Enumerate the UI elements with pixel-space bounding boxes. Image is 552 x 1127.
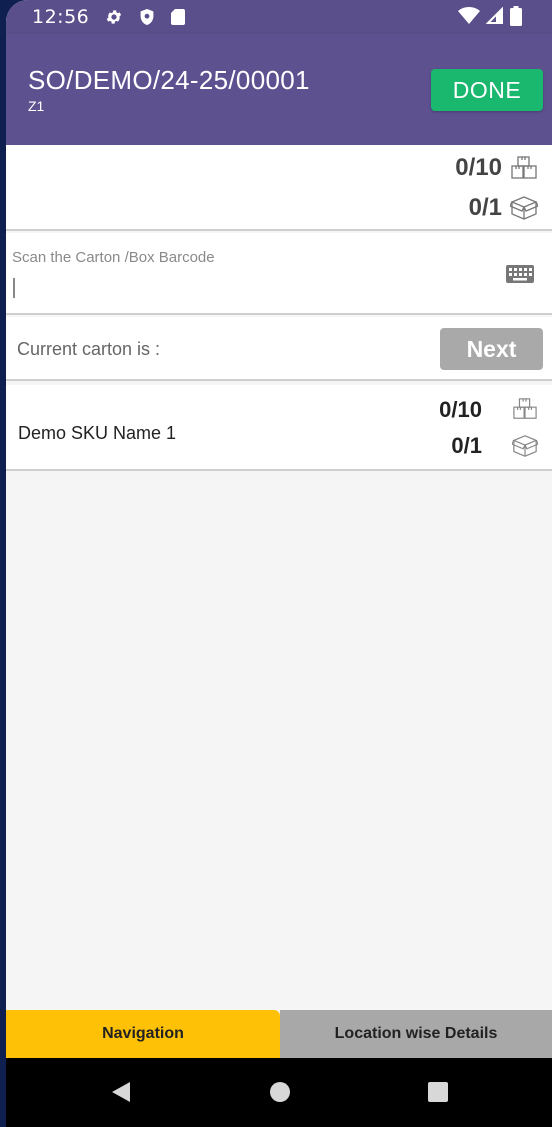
sku-cartons-row: 0/1 [451,433,482,459]
status-time: 12:56 [32,6,90,28]
summary-cartons-qty: 0/1 [468,194,502,221]
summary-card: 0/10 0/1 [6,145,552,231]
text-cursor [13,278,15,298]
sku-name: Demo SKU Name 1 [18,423,177,443]
pieces-icon [512,397,538,426]
tab-location-wise-details[interactable]: Location wise Details [280,1010,552,1058]
pieces-icon [510,155,538,181]
recents-icon[interactable] [427,1080,449,1104]
gear-icon [105,8,123,26]
app-bar: SO/DEMO/24-25/00001 Z1 DONE [6,34,552,145]
current-carton-card: Current carton is : Next [6,317,552,381]
status-bar: 12:56 [6,0,552,34]
page-title: SO/DEMO/24-25/00001 [28,65,310,95]
home-icon[interactable] [269,1080,291,1104]
barcode-scan-input[interactable] [12,271,482,299]
scan-card: Scan the Carton /Box Barcode [6,233,552,315]
list-item[interactable]: Demo SKU Name 1 0/10 0/1 [6,385,552,471]
shield-icon [139,8,155,26]
summary-cartons-row: 0/1 [469,194,538,222]
summary-pieces-qty: 0/10 [455,154,502,181]
current-carton-label: Current carton is : [17,339,161,359]
keyboard-icon[interactable] [506,263,534,290]
done-button[interactable]: DONE [431,69,543,111]
sku-cartons-qty: 0/1 [451,433,482,458]
app-screen: 12:56 SO/DEMO/24-25/00001 Z1 DONE 0/10 0… [6,0,552,1127]
carton-icon [511,433,539,464]
battery-icon [510,6,522,30]
back-icon[interactable] [110,1080,132,1104]
next-button[interactable]: Next [440,328,543,370]
page-subtitle: Z1 [28,98,45,114]
bottom-tabs: Navigation Location wise Details [6,1010,552,1058]
sku-pieces-row: 0/10 [439,397,482,423]
summary-pieces-row: 0/10 [455,154,538,182]
tab-navigation[interactable]: Navigation [6,1010,280,1058]
carton-icon [510,195,538,221]
device-frame: 12:56 SO/DEMO/24-25/00001 Z1 DONE 0/10 0… [0,0,552,1127]
sku-pieces-qty: 0/10 [439,397,482,422]
sd-card-icon [171,9,186,25]
system-nav-bar [6,1058,552,1127]
status-right-icons [458,6,522,30]
scan-field-label: Scan the Carton /Box Barcode [12,249,215,266]
signal-icon [485,6,504,29]
wifi-icon [458,7,480,29]
